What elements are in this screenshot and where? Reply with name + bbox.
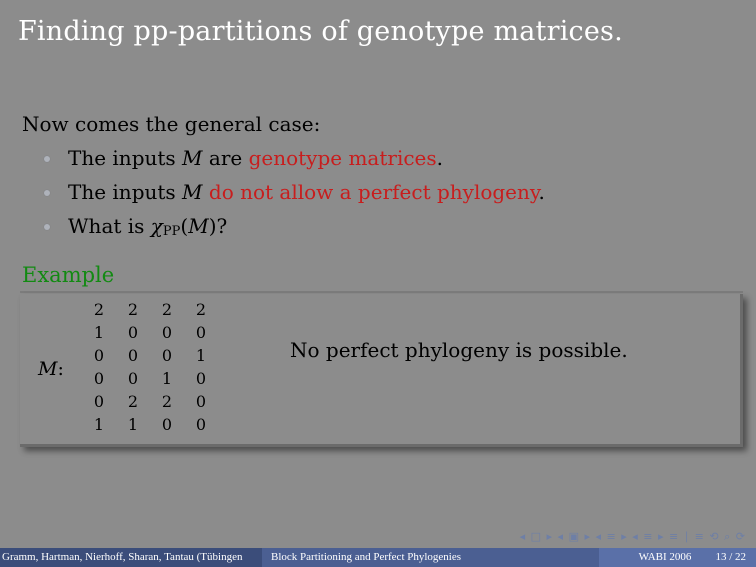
matrix-cell: 1 xyxy=(195,346,207,365)
matrix-cell: 2 xyxy=(161,300,173,319)
matrix-cell: 1 xyxy=(161,369,173,388)
matrix-colon: : xyxy=(57,358,64,380)
footer-page-number: 13 / 22 xyxy=(715,551,746,563)
example-title: Example xyxy=(22,263,115,287)
matrix-row: 0 0 0 1 xyxy=(82,344,218,367)
bullet-text: What is xyxy=(68,214,151,238)
highlight-text: do not allow a perfect phylogeny xyxy=(208,180,539,204)
matrix-cell: 2 xyxy=(161,392,173,411)
math-paren: )? xyxy=(208,214,228,238)
bullet-text: . xyxy=(436,146,444,170)
matrix-cell: 0 xyxy=(195,323,207,342)
matrix-cell: 1 xyxy=(93,323,105,342)
matrix-row: 1 1 0 0 xyxy=(82,413,218,436)
math-subscript: PP xyxy=(162,224,181,239)
example-divider xyxy=(20,291,743,293)
footer-authors: Gramm, Hartman, Nierhoff, Sharan, Tantau… xyxy=(0,548,262,567)
example-block: M: 2 2 2 2 1 0 0 0 0 0 0 1 0 0 1 0 0 2 2 0 1 1 0 0 No perfect p… xyxy=(20,294,743,447)
bullet-text: The inputs xyxy=(68,180,183,204)
matrix-cell: 0 xyxy=(93,346,105,365)
bullet-item-question: What is χPP(M)? xyxy=(44,213,545,247)
matrix-label: M: xyxy=(38,358,64,380)
matrix-var: M xyxy=(38,358,58,380)
beamer-navigation-icons[interactable]: ◂ □ ▸ ◂ ▣ ▸ ◂ ≡ ▸ ◂ ≡ ▸ ≡ ∣ ≡ ⟲ ⌕ ⟳ xyxy=(520,530,746,544)
math-var: M xyxy=(182,180,203,204)
bullet-item-no-pp: The inputs M do not allow a perfect phyl… xyxy=(44,179,545,213)
math-var: M xyxy=(188,214,209,238)
bullet-list: The inputs M are genotype matrices. The … xyxy=(44,145,545,247)
matrix-cell: 0 xyxy=(161,323,173,342)
matrix-row: 0 2 2 0 xyxy=(82,390,218,413)
matrix-cell: 0 xyxy=(93,392,105,411)
matrix-cell: 0 xyxy=(127,369,139,388)
matrix-cell: 2 xyxy=(195,300,207,319)
matrix-row: 2 2 2 2 xyxy=(82,298,218,321)
matrix-row: 1 0 0 0 xyxy=(82,321,218,344)
matrix-row: 0 0 1 0 xyxy=(82,367,218,390)
matrix-cell: 2 xyxy=(93,300,105,319)
math-var: M xyxy=(182,146,203,170)
footer-venue: WABI 2006 xyxy=(638,551,692,563)
matrix-cell: 0 xyxy=(161,346,173,365)
bullet-icon xyxy=(44,190,50,196)
bullet-icon xyxy=(44,224,50,230)
bullet-text: are xyxy=(202,146,249,170)
genotype-matrix: 2 2 2 2 1 0 0 0 0 0 0 1 0 0 1 0 0 2 2 0 1 1 0 0 xyxy=(82,298,218,436)
matrix-cell: 1 xyxy=(93,415,105,434)
matrix-cell: 0 xyxy=(93,369,105,388)
footer-right: WABI 2006 13 / 22 xyxy=(599,548,756,567)
matrix-cell: 2 xyxy=(127,300,139,319)
footer-title: Block Partitioning and Perfect Phylogeni… xyxy=(262,548,599,567)
highlight-text: genotype matrices xyxy=(248,146,437,170)
bullet-text: The inputs xyxy=(68,146,183,170)
slide-title: Finding pp-partitions of genotype matric… xyxy=(18,16,623,47)
footer-bar: Gramm, Hartman, Nierhoff, Sharan, Tantau… xyxy=(0,548,756,567)
bullet-icon xyxy=(44,156,50,162)
matrix-cell: 2 xyxy=(127,392,139,411)
matrix-cell: 0 xyxy=(195,392,207,411)
matrix-cell: 0 xyxy=(195,415,207,434)
bullet-item-genotype: The inputs M are genotype matrices. xyxy=(44,145,545,179)
matrix-cell: 0 xyxy=(161,415,173,434)
matrix-cell: 0 xyxy=(195,369,207,388)
matrix-cell: 0 xyxy=(127,346,139,365)
bullet-text: . xyxy=(538,180,545,204)
math-chi: χ xyxy=(150,214,163,238)
matrix-cell: 0 xyxy=(127,323,139,342)
intro-text: Now comes the general case: xyxy=(22,112,321,136)
example-note: No perfect phylogeny is possible. xyxy=(290,338,628,362)
matrix-cell: 1 xyxy=(127,415,139,434)
